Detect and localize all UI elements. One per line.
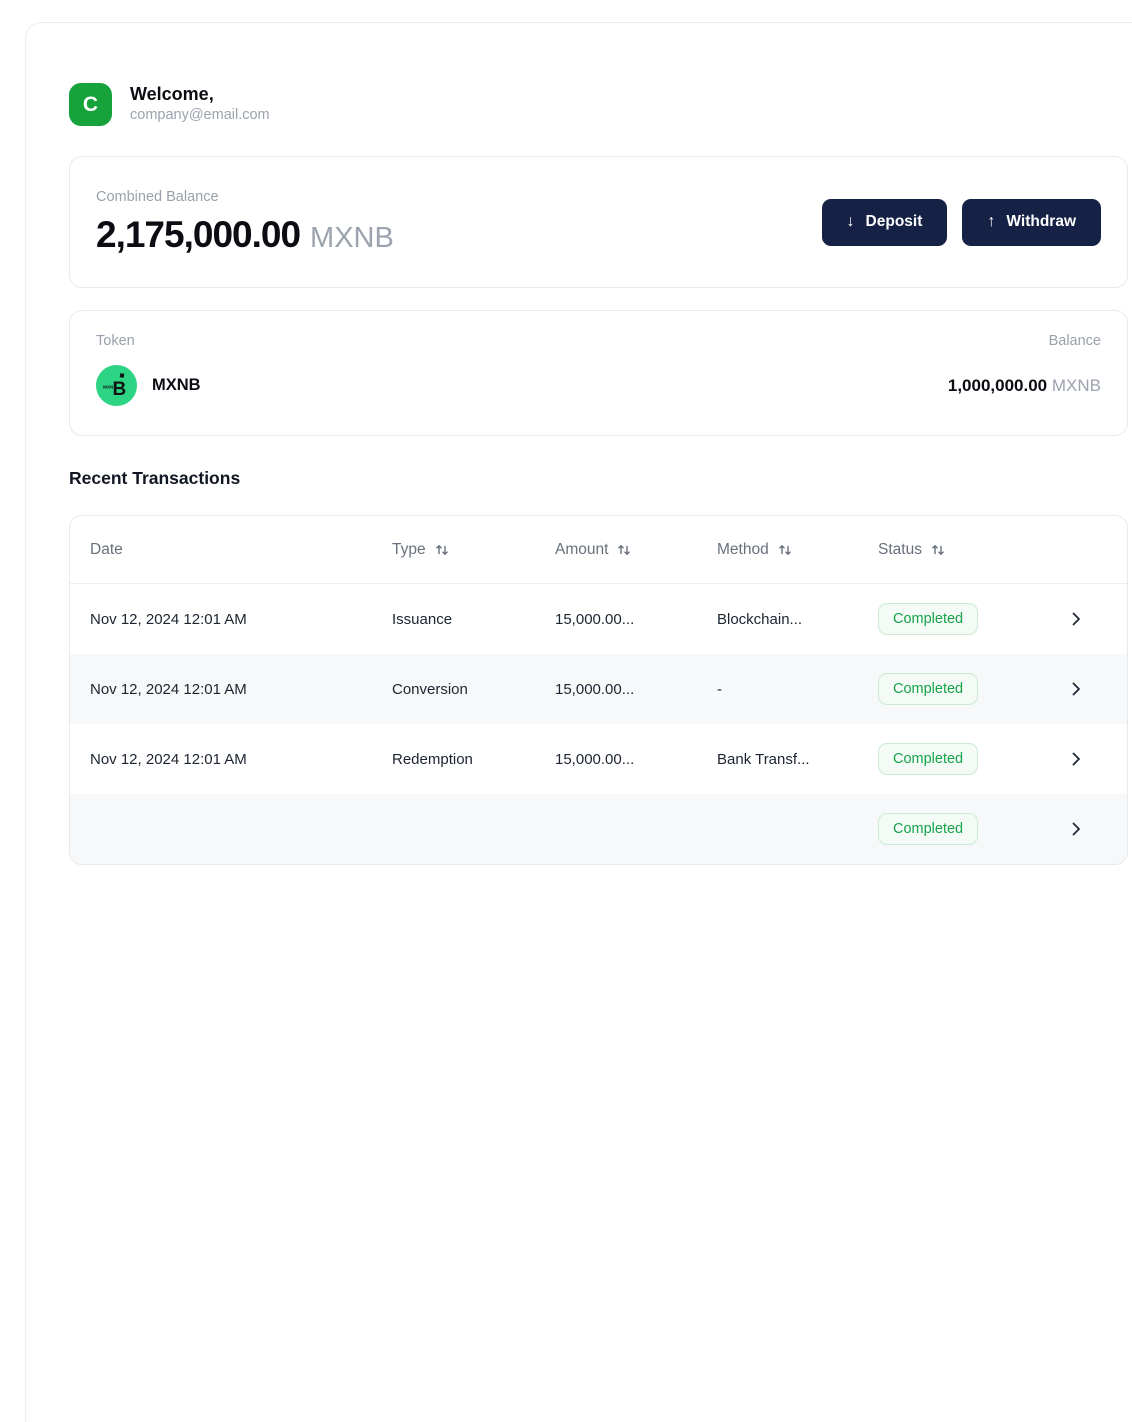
column-header-type[interactable]: Type [392,541,555,559]
column-header-method[interactable]: Method [717,541,878,559]
balance-currency: MXNB [310,221,394,254]
avatar: C [69,83,112,126]
status-badge: Completed [878,603,979,635]
chevron-right-icon[interactable] [1067,610,1085,628]
transaction-date: Nov 12, 2024 12:01 AM [90,750,247,768]
welcome-header: C Welcome, company@email.com [69,83,1128,126]
chevron-right-icon[interactable] [1067,680,1085,698]
transactions-body: Nov 12, 2024 12:01 AM Issuance 15,000.00… [70,584,1127,864]
withdraw-button[interactable]: ↑ Withdraw [962,198,1101,246]
transaction-method: Bank Transf... [717,750,810,768]
token-list-item[interactable]: MXN B MXNB 1,000,000.00 MXNB [96,365,1101,406]
transaction-type: Issuance [392,610,453,628]
status-badge: Completed [878,673,979,705]
token-balance-currency: MXNB [1051,375,1101,395]
sort-icon [435,544,448,555]
chevron-right-icon[interactable] [1067,750,1085,768]
transaction-method: - [717,680,722,698]
transaction-row[interactable]: Nov 12, 2024 12:01 AM Conversion 15,000.… [70,654,1127,724]
sort-icon [932,544,944,555]
token-balance-amount: 1,000,000.00 [947,375,1048,395]
mxnb-token-icon: MXN B [96,365,137,406]
chevron-right-icon[interactable] [1067,820,1085,838]
combined-balance-value: 2,175,000.00 MXNB [96,214,394,256]
transaction-row[interactable]: Nov 12, 2024 12:01 AM Issuance 15,000.00… [70,584,1127,654]
transaction-amount: 15,000.00... [555,680,635,698]
transaction-date: Nov 12, 2024 12:01 AM [90,680,247,698]
column-header-status[interactable]: Status [878,541,1058,559]
status-badge: Completed [878,743,979,775]
column-header-date: Date [90,540,123,558]
transaction-amount: 15,000.00... [555,750,635,768]
transaction-date: Nov 12, 2024 12:01 AM [90,610,247,628]
combined-balance-card: Combined Balance 2,175,000.00 MXNB ↓ Depo… [69,156,1128,288]
transaction-row[interactable]: Nov 12, 2024 12:01 AM Redemption 15,000.… [70,724,1127,794]
transaction-row[interactable]: Completed [70,794,1127,864]
column-header-amount[interactable]: Amount [555,541,717,559]
deposit-button-label: Deposit [865,213,923,230]
deposit-button[interactable]: ↓ Deposit [821,198,948,246]
combined-balance-label: Combined Balance [96,188,219,205]
svg-text:B: B [113,379,127,400]
balance-amount: 2,175,000.00 [96,213,301,255]
sort-icon [618,544,631,555]
withdraw-button-label: Withdraw [1006,213,1076,230]
arrow-up-icon: ↑ [987,213,996,230]
main-panel: C Welcome, company@email.com Combined Ba… [25,22,1132,1422]
table-header: Date Type Amount Method Status [70,516,1127,584]
token-column-header: Token [96,333,135,349]
transactions-table: Date Type Amount Method Status Nov 12, 2… [69,515,1128,865]
token-balance: 1,000,000.00 MXNB [948,376,1101,396]
welcome-email: company@email.com [130,106,270,123]
arrow-down-icon: ↓ [846,213,855,230]
balance-column-header: Balance [1048,333,1101,349]
token-card: Token Balance MXN B MXNB 1,000,000.00 MX… [69,310,1128,436]
transaction-type: Conversion [392,680,468,698]
recent-transactions-heading: Recent Transactions [69,468,241,488]
transaction-method: Blockchain... [717,610,803,628]
token-name: MXNB [152,376,201,394]
transaction-amount: 15,000.00... [555,610,635,628]
transaction-type: Redemption [392,750,473,768]
welcome-title: Welcome, [130,84,214,105]
sort-icon [778,544,791,555]
